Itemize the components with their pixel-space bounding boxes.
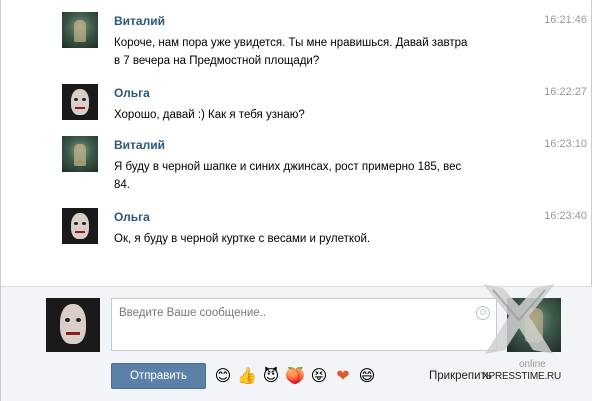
devil-emoji-icon[interactable]: 😈	[261, 366, 281, 386]
my-avatar[interactable]	[46, 298, 100, 352]
message-line: 84.	[114, 179, 130, 191]
sender-name[interactable]: Ольга	[114, 86, 150, 100]
message-item: Ольга 16:22:27 Хорошо, давай :) Как я те…	[62, 84, 587, 124]
chat-window: Виталий 16:21:46 Короче, нам пора уже ув…	[0, 0, 592, 401]
grin-emoji-icon[interactable]: 😄	[357, 366, 377, 386]
message-item: Виталий 16:23:10 Я буду в черной шапке и…	[62, 136, 587, 196]
message-time: 16:23:40	[544, 210, 587, 222]
message-item: Виталий 16:21:46 Короче, нам пора уже ув…	[62, 12, 587, 72]
message-input[interactable]: Введите Ваше сообщение.. ☺	[111, 298, 497, 351]
message-time: 16:23:10	[544, 138, 587, 150]
message-time: 16:21:46	[544, 14, 587, 26]
message-list: Виталий 16:21:46 Короче, нам пора уже ув…	[1, 0, 591, 286]
thumbs-up-emoji-icon[interactable]: 👍	[237, 366, 257, 386]
sender-avatar[interactable]	[62, 12, 98, 48]
message-time: 16:22:27	[544, 86, 587, 98]
send-button[interactable]: Отправить	[111, 363, 206, 389]
sender-avatar[interactable]	[62, 208, 98, 244]
message-line: Короче, нам пора уже увидется. Ты мне нр…	[114, 37, 468, 49]
sender-name[interactable]: Ольга	[114, 210, 150, 224]
message-text: Ок, я буду в черной куртке с весами и ру…	[114, 230, 504, 248]
message-line: в 7 вечера на Предмостной площади?	[114, 55, 320, 67]
heart-emoji-icon[interactable]: ❤	[333, 366, 353, 386]
message-item: Ольга 16:23:40 Ок, я буду в черной куртк…	[62, 208, 587, 248]
watermark-text: XPRESSTIME.RU	[482, 371, 562, 382]
sender-avatar[interactable]	[62, 84, 98, 120]
sender-avatar[interactable]	[62, 136, 98, 172]
message-line: Я буду в черной шапке и синих джинсах, р…	[114, 161, 462, 173]
message-text: Короче, нам пора уже увидется. Ты мне нр…	[114, 34, 504, 70]
watermark-x-icon	[483, 284, 555, 354]
smile-emoji-icon[interactable]: 😊	[213, 366, 233, 386]
sender-name[interactable]: Виталий	[114, 14, 165, 28]
message-text: Хорошо, давай :) Как я тебя узнаю?	[114, 106, 504, 124]
tongue-emoji-icon[interactable]: 😝	[309, 366, 329, 386]
message-input-placeholder: Введите Ваше сообщение..	[119, 307, 267, 319]
peach-emoji-icon[interactable]: 🍑	[285, 366, 305, 386]
message-text: Я буду в черной шапке и синих джинсах, р…	[114, 158, 504, 194]
sender-name[interactable]: Виталий	[114, 138, 165, 152]
message-line: Хорошо, давай :) Как я тебя узнаю?	[114, 109, 305, 121]
message-line: Ок, я буду в черной куртке с весами и ру…	[114, 233, 371, 245]
